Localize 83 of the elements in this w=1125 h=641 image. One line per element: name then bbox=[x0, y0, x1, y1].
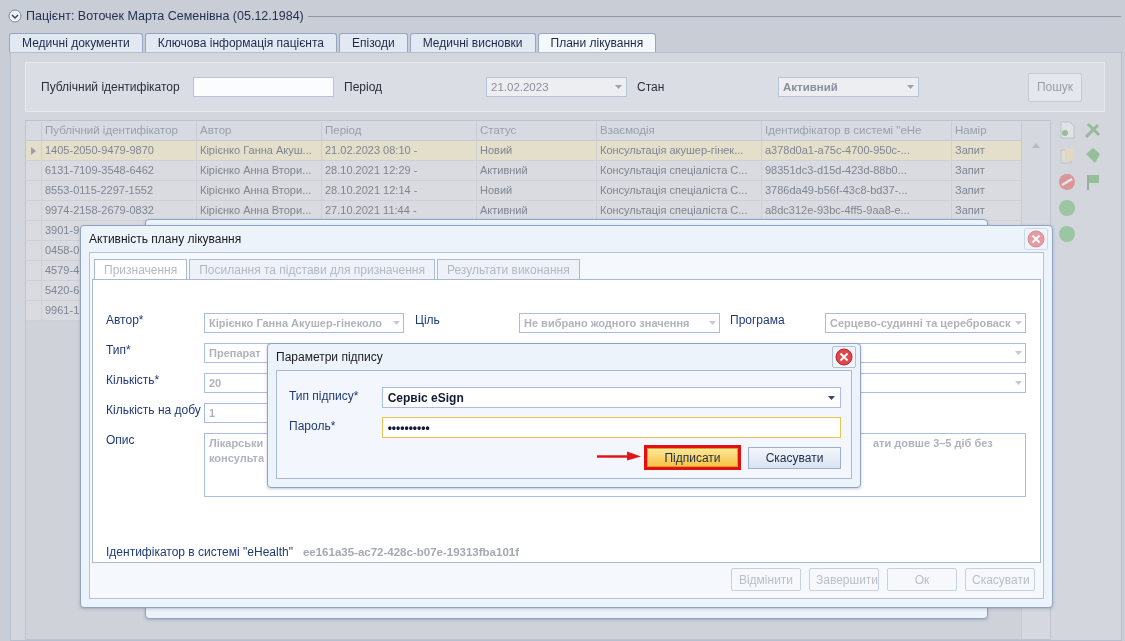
id-input-field[interactable] bbox=[193, 77, 334, 97]
field-label: Кількість* bbox=[106, 373, 161, 387]
table-row[interactable]: 6131-7109-3548-6462 Кірієнко Анна Втори... 28.10.2021 12:29 - Активний Консультація спеціаліста С... 98351dc3-d15d-423d-88b0... Запит bbox=[26, 161, 1021, 181]
pages-icon[interactable] bbox=[1057, 146, 1077, 166]
table-cell: Консультація спеціаліста С... bbox=[596, 181, 761, 200]
field-label: Стан bbox=[637, 80, 666, 94]
table-cell: 28.10.2021 12:29 - bbox=[321, 161, 476, 180]
table-cell: a378d0a1-a75c-4700-950c-... bbox=[761, 141, 951, 160]
circle-icon[interactable] bbox=[1057, 224, 1077, 244]
table-cell: 21.02.2023 08:10 - bbox=[321, 141, 476, 160]
no-entry-icon[interactable] bbox=[1057, 172, 1077, 192]
caret-icon bbox=[1015, 381, 1022, 385]
field-label: Опис bbox=[106, 433, 136, 447]
field-label: Тип підпису* bbox=[289, 388, 360, 403]
cancel-button[interactable]: Скасувати bbox=[748, 446, 841, 469]
caret-icon bbox=[615, 85, 622, 89]
select-field[interactable]: Серцево-судинні та цереброваск bbox=[825, 313, 1026, 333]
document-icon[interactable] bbox=[1057, 120, 1077, 140]
select-field[interactable]: Не вибрано жодного значення bbox=[519, 313, 720, 333]
date-field[interactable]: 21.02.2023 bbox=[486, 77, 627, 97]
patient-title: Пацієнт: Воточек Марта Семенівна (05.12.1984) bbox=[26, 9, 304, 23]
caret-icon bbox=[1015, 351, 1022, 355]
column-header[interactable]: Статус bbox=[476, 121, 596, 140]
password-field[interactable]: •••••••••• bbox=[381, 417, 841, 438]
field-label: Пароль* bbox=[289, 418, 337, 433]
table-cell: Активний bbox=[476, 161, 596, 180]
tab[interactable]: Епізоди bbox=[339, 33, 408, 52]
scroll-up-icon[interactable] bbox=[1032, 143, 1040, 148]
close-icon bbox=[835, 348, 853, 366]
tab[interactable]: Посилання та підстави для призначення bbox=[189, 259, 435, 279]
field-text: ати довше 3–5 діб без bbox=[873, 437, 994, 449]
field-label: Публічний ідентифікатор bbox=[41, 80, 181, 94]
table-cell: Новий bbox=[476, 141, 596, 160]
select-field[interactable]: Сервіс eSign bbox=[381, 387, 841, 408]
table-cell: 3786da49-b56f-43c8-bd37-... bbox=[761, 181, 951, 200]
table-cell: 6131-7109-3548-6462 bbox=[41, 161, 196, 180]
field-text: Лікарськи bbox=[209, 437, 265, 449]
table-cell: Консультація спеціаліста С... bbox=[596, 161, 761, 180]
column-header[interactable]: Публічний ідентифікатор bbox=[41, 121, 196, 140]
column-header[interactable]: Автор bbox=[196, 121, 321, 140]
close-button[interactable] bbox=[1024, 228, 1048, 250]
field-text: консульта bbox=[209, 452, 265, 464]
table-row[interactable]: 1405-2050-9479-9870 Кірієнко Ганна Акуш... 21.02.2023 08:10 - Новий Консультація акушер-гінек... a378d0a1-a75c-4700-950c-... Запит bbox=[26, 141, 1021, 161]
table-cell: Кірієнко Анна Втори... bbox=[196, 181, 321, 200]
field-label: Тип* bbox=[106, 343, 132, 357]
caret-icon bbox=[907, 85, 914, 89]
tab[interactable]: Медичні висновки bbox=[409, 33, 536, 52]
table-cell: Кірієнко Анна Втори... bbox=[196, 161, 321, 180]
close-icon bbox=[1027, 230, 1045, 248]
table-cell: 28.10.2021 12:14 - bbox=[321, 181, 476, 200]
table-cell: 1405-2050-9479-9870 bbox=[41, 141, 196, 160]
tab[interactable]: Призначення bbox=[94, 259, 188, 279]
dialog-title: Параметри підпису bbox=[276, 350, 383, 364]
table-cell: Консультація акушер-гінек... bbox=[596, 141, 761, 160]
column-header[interactable]: Взаємодія bbox=[596, 121, 761, 140]
table-cell: Новий bbox=[476, 181, 596, 200]
collapse-icon[interactable] bbox=[8, 9, 22, 23]
tab[interactable]: Медичні документи bbox=[9, 33, 143, 52]
tab[interactable]: Результати виконання bbox=[436, 259, 580, 279]
column-header[interactable]: Період bbox=[321, 121, 476, 140]
ehealth-id: ee161a35-ac72-428c-b07e-19313fba101f bbox=[302, 546, 520, 558]
field-label: Кількість на добу bbox=[106, 403, 202, 417]
close-button[interactable] bbox=[832, 346, 856, 368]
column-header[interactable]: Ідентифікатор в системі "eHe bbox=[761, 121, 951, 140]
field-label: Ціль bbox=[415, 313, 441, 327]
table-cell: 98351dc3-d15d-423d-88b0... bbox=[761, 161, 951, 180]
table-row[interactable]: 8553-0115-2297-1552 Кірієнко Анна Втори... 28.10.2021 12:14 - Новий Консультація спеціаліста С... 3786da49-b56f-43c8-bd37-... Запит bbox=[26, 181, 1021, 201]
field-label: Програма bbox=[730, 313, 786, 327]
annotation-arrow bbox=[597, 451, 641, 461]
tab[interactable]: Плани лікування bbox=[537, 33, 657, 52]
select-field[interactable]: Кірієнко Ганна Акушер-гінеколо bbox=[204, 313, 404, 333]
row-pointer-icon bbox=[31, 146, 36, 155]
field-label: Період bbox=[344, 80, 384, 94]
tools-icon[interactable] bbox=[1083, 120, 1103, 140]
table-cell: Кірієнко Ганна Акуш... bbox=[196, 141, 321, 160]
caret-icon bbox=[828, 395, 835, 400]
table-cell: 8553-0115-2297-1552 bbox=[41, 181, 196, 200]
tab[interactable]: Ключова інформація пацієнта bbox=[144, 33, 338, 52]
table-row[interactable]: 9974-2158-2679-0832 Кірієнко Анна Втори... 27.10.2021 11:44 - Активний Консультація спеціаліста С... a8dc312e-93bc-4ff5-9aa8-e... Запит bbox=[26, 201, 1021, 221]
sign-button[interactable]: Підписати bbox=[647, 448, 738, 467]
state-select[interactable]: Активний bbox=[778, 77, 919, 97]
circle-icon[interactable] bbox=[1057, 198, 1077, 218]
field-label: Ідентифікатор в системі "eHealth" bbox=[106, 545, 293, 559]
